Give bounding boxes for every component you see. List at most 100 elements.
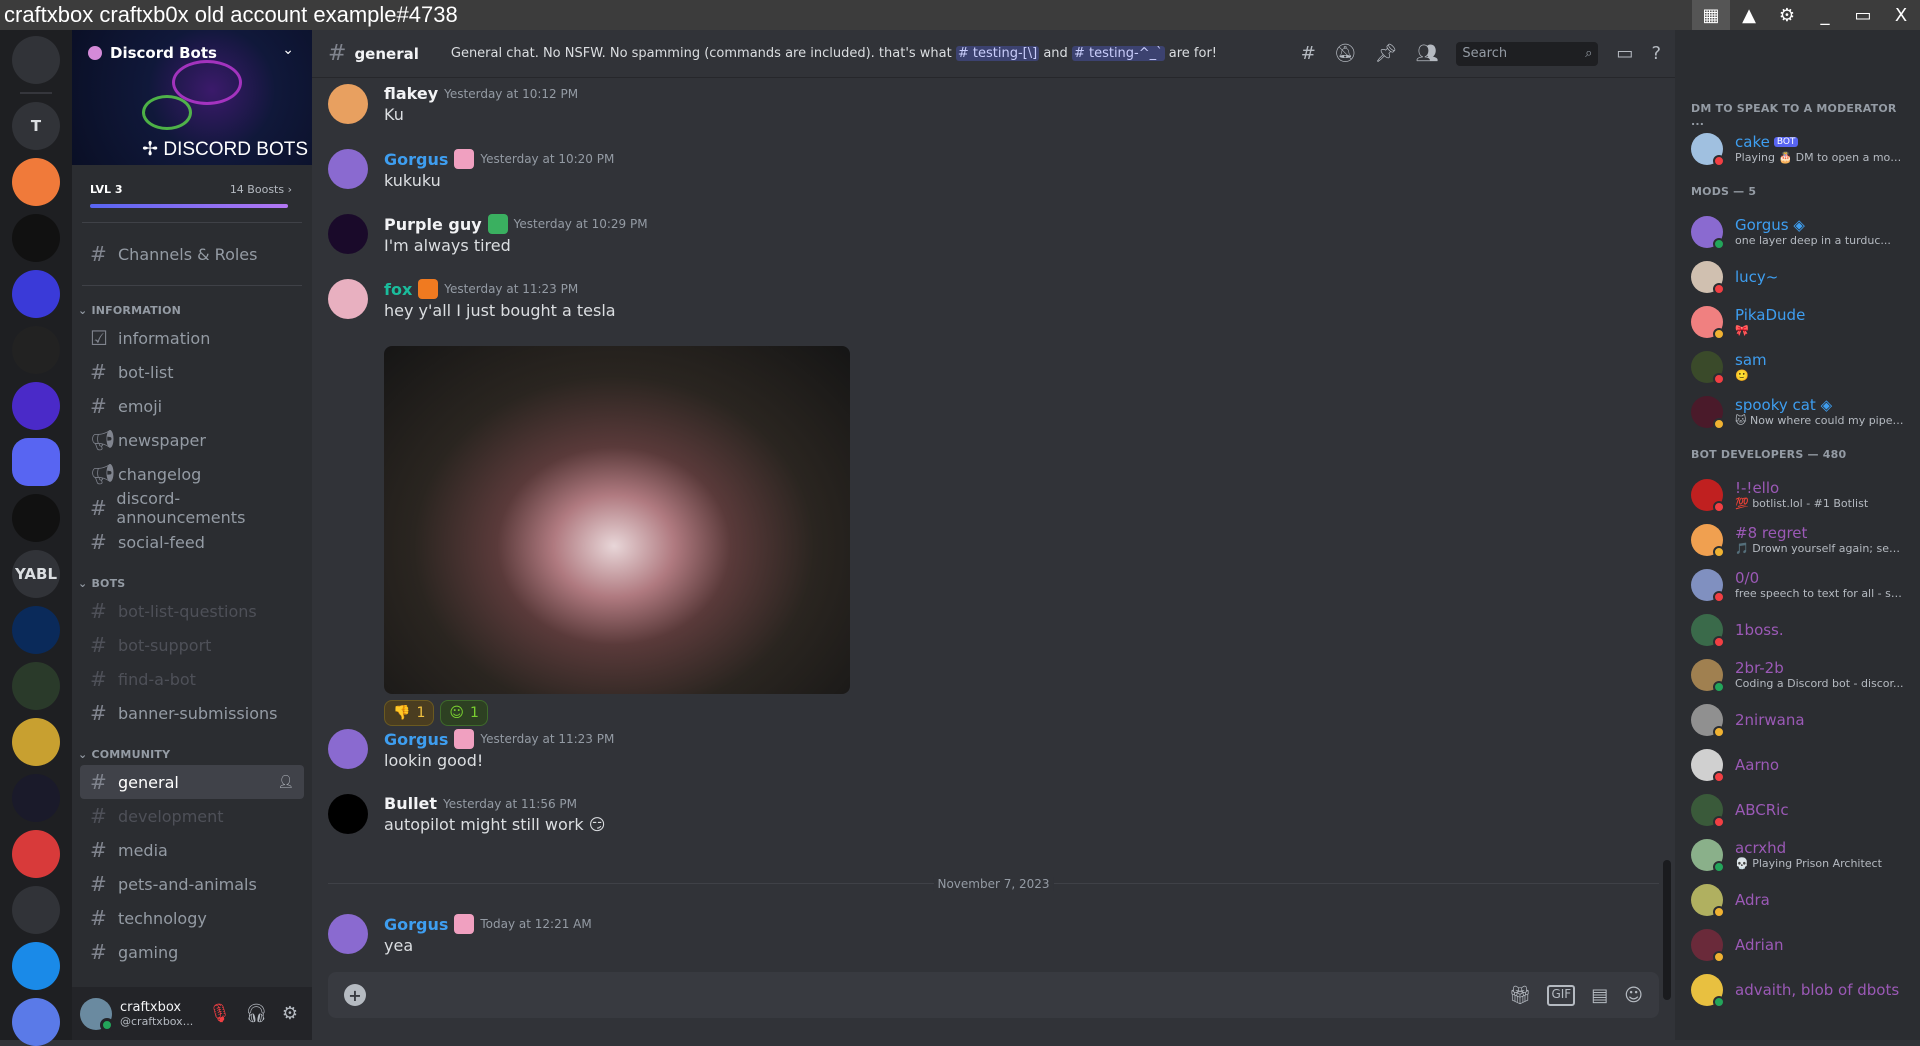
member-item[interactable]: 2br-2b Coding a Discord bot - discor...: [1691, 652, 1912, 697]
pr-server-icon[interactable]: [12, 382, 60, 430]
member-item[interactable]: Aarno: [1691, 742, 1912, 787]
help-icon[interactable]: ?: [1651, 43, 1661, 64]
hrcc-server-icon[interactable]: [12, 718, 60, 766]
settings-gear-icon[interactable]: ⚙: [282, 1003, 298, 1024]
maximize-button[interactable]: ▭: [1844, 0, 1882, 30]
add-attachment-icon[interactable]: +: [344, 984, 366, 1006]
message-image-attachment[interactable]: [384, 346, 850, 694]
void-star-server-icon[interactable]: [12, 494, 60, 542]
scrollbar[interactable]: [1663, 860, 1671, 1000]
emoji-icon[interactable]: ☺: [1624, 985, 1643, 1006]
channel-changelog[interactable]: 📢︎ changelog: [80, 457, 304, 491]
channel-banner-submissions[interactable]: # banner-submissions: [80, 696, 304, 730]
member-item[interactable]: !-!ello 💯 botlist.lol - #1 Botlist: [1691, 472, 1912, 517]
server-banner[interactable]: Discord Bots ⌄ ✢ DISCORD BOTS: [72, 30, 312, 165]
lambda-server-icon[interactable]: [12, 606, 60, 654]
reaction-button[interactable]: 👎 1: [384, 700, 435, 726]
monster-station-server-icon[interactable]: [12, 662, 60, 710]
message-author[interactable]: Gorgus: [384, 150, 448, 169]
member-item[interactable]: #8 regret 🎵 Drown yourself again; see i..…: [1691, 517, 1912, 562]
channel-media[interactable]: # media: [80, 833, 304, 867]
category-community[interactable]: ⌄ COMMUNITY: [72, 730, 312, 765]
member-item[interactable]: ABCRic: [1691, 787, 1912, 832]
member-item[interactable]: Adra: [1691, 877, 1912, 922]
member-item[interactable]: 2nirwana: [1691, 697, 1912, 742]
channel-emoji[interactable]: # emoji: [80, 389, 304, 423]
channel-general[interactable]: # general 👤︎: [80, 765, 304, 799]
message-author[interactable]: Bullet: [384, 794, 437, 813]
gif-icon[interactable]: GIF: [1547, 984, 1576, 1006]
search-input[interactable]: Search ⌕: [1456, 41, 1599, 66]
gift-icon[interactable]: 🎁︎: [1509, 985, 1532, 1006]
gear-icon[interactable]: ⚙: [1768, 0, 1806, 30]
discord-home-icon[interactable]: [12, 36, 60, 84]
avatar[interactable]: [328, 84, 368, 124]
channel-bot-list-questions[interactable]: # bot-list-questions: [80, 594, 304, 628]
server-icon-T[interactable]: T: [12, 102, 60, 150]
channel-technology[interactable]: # technology: [80, 901, 304, 935]
mute-mic-icon[interactable]: 🎙︎: [208, 1003, 231, 1024]
member-item[interactable]: PikaDude 🎀: [1691, 299, 1912, 344]
channel-social-feed[interactable]: # social-feed: [80, 525, 304, 559]
discord-bots-server-icon[interactable]: [12, 438, 60, 486]
headphones-icon[interactable]: 🎧︎: [245, 1003, 268, 1024]
channel-topic[interactable]: General chat. No NSFW. No spamming (comm…: [451, 46, 1217, 61]
avatar[interactable]: [80, 997, 114, 1032]
triangle-icon[interactable]: ▲: [1730, 0, 1768, 30]
channel-mention[interactable]: # testing-^_`: [1071, 46, 1165, 61]
bike-server-icon[interactable]: [12, 214, 60, 262]
u-server-icon[interactable]: [12, 326, 60, 374]
mug-server-icon[interactable]: [12, 998, 60, 1046]
category-information[interactable]: ⌄ INFORMATION: [72, 286, 312, 321]
message-author[interactable]: Gorgus: [384, 915, 448, 934]
message-author[interactable]: Gorgus: [384, 730, 448, 749]
toolbox-server-icon[interactable]: [12, 886, 60, 934]
channel-newspaper[interactable]: 📢︎ newspaper: [80, 423, 304, 457]
message-author[interactable]: Purple guy: [384, 215, 482, 234]
member-item[interactable]: acrxhd 💀 Playing Prison Architect: [1691, 832, 1912, 877]
avatar[interactable]: [328, 794, 368, 834]
blue-circle-server-icon[interactable]: [12, 942, 60, 990]
channel-mention[interactable]: # testing-[\]: [955, 46, 1040, 61]
server-icon-YABL[interactable]: YABL: [12, 550, 60, 598]
message-author[interactable]: flakey: [384, 84, 438, 103]
channel-gaming[interactable]: # gaming: [80, 935, 304, 969]
chevron-down-icon[interactable]: ⌄: [282, 42, 294, 58]
add-member-icon[interactable]: 👤︎: [277, 775, 294, 790]
channel-pets-and-animals[interactable]: # pets-and-animals: [80, 867, 304, 901]
avatar[interactable]: [328, 914, 368, 954]
minimize-button[interactable]: _: [1806, 0, 1844, 30]
avatar[interactable]: [328, 214, 368, 254]
member-item[interactable]: lucy~: [1691, 254, 1912, 299]
boosts-link[interactable]: 14 Boosts ›: [230, 183, 292, 196]
member-item[interactable]: advaith, blob of dbots: [1691, 967, 1912, 1012]
member-list-icon[interactable]: 👥︎: [1416, 43, 1439, 64]
close-button[interactable]: X: [1882, 0, 1920, 30]
channels-roles-button[interactable]: # Channels & Roles: [80, 237, 304, 271]
member-item[interactable]: sam 🙂: [1691, 344, 1912, 389]
member-item[interactable]: 1boss.: [1691, 607, 1912, 652]
arrow-server-icon[interactable]: [12, 774, 60, 822]
taws-server-icon[interactable]: [12, 158, 60, 206]
member-item[interactable]: Adrian: [1691, 922, 1912, 967]
channel-information[interactable]: ☑ information: [80, 321, 304, 355]
notification-bell-muted-icon[interactable]: 🔕︎: [1334, 43, 1357, 64]
boost-level[interactable]: LVL 3 14 Boosts ›: [72, 165, 312, 196]
member-item[interactable]: cake BOT Playing 🎂 DM to open a mod...: [1691, 126, 1912, 171]
avatar[interactable]: [328, 729, 368, 769]
channel-discord-announcements[interactable]: # discord-announcements: [80, 489, 304, 527]
category-bots[interactable]: ⌄ BOTS: [72, 559, 312, 594]
channel-bot-support[interactable]: # bot-support: [80, 628, 304, 662]
pin-icon[interactable]: 📌︎: [1375, 43, 1398, 64]
member-item[interactable]: Gorgus ◈ one layer deep in a turduc...: [1691, 209, 1912, 254]
avatar[interactable]: [328, 279, 368, 319]
member-item[interactable]: 0/0 free speech to text for all - sc...: [1691, 562, 1912, 607]
channel-bot-list[interactable]: # bot-list: [80, 355, 304, 389]
comic-server-icon[interactable]: [12, 830, 60, 878]
member-item[interactable]: spooky cat ◈ 🐱 Now where could my pipe ..…: [1691, 389, 1912, 434]
reaction-button[interactable]: ☺ 1: [440, 700, 488, 726]
channel-find-a-bot[interactable]: # find-a-bot: [80, 662, 304, 696]
avatar[interactable]: [328, 149, 368, 189]
inbox-icon[interactable]: ▭: [1616, 43, 1633, 64]
channel-development[interactable]: # development: [80, 799, 304, 833]
